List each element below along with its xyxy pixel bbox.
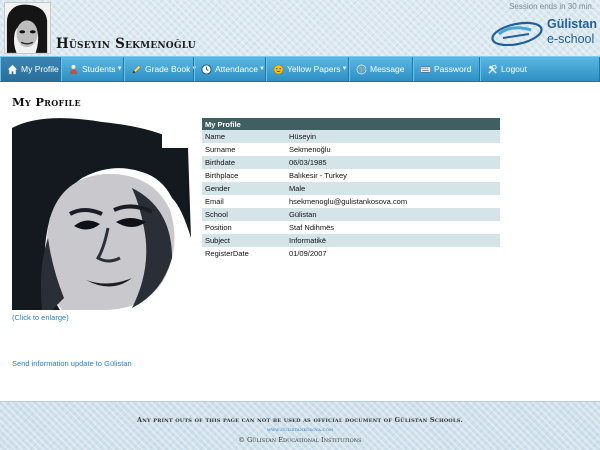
header: Hüseyin Sekmenoğlu Session ends in 30 mi…	[0, 0, 600, 56]
nav-item-yellow-papers[interactable]: Yellow Papers ▼	[266, 57, 349, 81]
row-label-email: Email	[202, 195, 286, 208]
nav-item-label: Logout	[501, 64, 527, 74]
click-to-enlarge-link[interactable]: (Click to enlarge)	[12, 313, 69, 322]
profile-table-header: My Profile	[202, 118, 500, 130]
nav-item-grade-book[interactable]: Grade Book ▼	[124, 57, 197, 81]
row-label-gender: Gender	[202, 182, 286, 195]
main-nav: My Profile Students ▼ Grade Book ▼ Atten…	[0, 56, 600, 82]
brand-name: Gülistan	[547, 17, 598, 31]
pencil-icon	[132, 64, 141, 74]
page-title: My Profile	[12, 95, 81, 109]
row-value-name: Hüseyin	[286, 130, 500, 143]
keyboard-icon	[420, 66, 431, 72]
chevron-down-icon: ▼	[116, 66, 123, 72]
table-row: School Gülistan	[202, 208, 500, 221]
chevron-down-icon: ▼	[259, 66, 265, 72]
table-row: Name Hüseyin	[202, 130, 500, 143]
clock-icon	[201, 63, 212, 75]
row-label-birthplace: Birthplace	[202, 169, 286, 182]
row-label-birthdate: Birthdate	[202, 156, 286, 169]
chevron-down-icon: ▼	[341, 66, 348, 72]
user-name: Hüseyin Sekmenoğlu	[56, 36, 196, 52]
nav-item-label: Password	[434, 64, 472, 74]
avatar-portrait	[5, 3, 50, 53]
row-label-name: Name	[202, 130, 286, 143]
row-label-register-date: RegisterDate	[202, 247, 286, 260]
row-value-email: hsekmenoglu@gulistankosova.com	[286, 195, 500, 208]
home-icon	[7, 64, 18, 74]
profile-table: My Profile Name Hüseyin Surname Sekmenoğ…	[202, 118, 500, 260]
table-row: Gender Male	[202, 182, 500, 195]
row-value-school: Gülistan	[286, 208, 500, 221]
nav-item-students[interactable]: Students ▼	[61, 57, 124, 81]
nav-item-attendance[interactable]: Attendance ▼	[194, 57, 266, 81]
brand-subtitle: e-school	[547, 32, 595, 46]
nav-item-password[interactable]: Password	[413, 57, 480, 81]
profile-portrait-image	[12, 118, 191, 310]
row-label-position: Position	[202, 221, 286, 234]
row-value-birthplace: Balıkesir - Turkey	[286, 169, 500, 182]
nav-item-label: Message	[370, 64, 405, 74]
row-label-school: School	[202, 208, 286, 221]
nav-item-label: Attendance	[215, 64, 259, 74]
nav-item-label: Grade Book	[145, 64, 191, 74]
row-label-subject: Subject	[202, 234, 286, 247]
table-row: RegisterDate 01/09/2007	[202, 247, 500, 260]
table-row: Subject Informatikë	[202, 234, 500, 247]
nav-item-label: My Profile	[21, 64, 59, 74]
row-value-register-date: 01/09/2007	[286, 247, 500, 260]
avatar	[4, 2, 51, 54]
nav-item-my-profile[interactable]: My Profile	[0, 57, 61, 81]
footer-copyright: © Gülistan Educational Institutions	[238, 436, 362, 444]
nav-item-logout[interactable]: Logout	[480, 57, 600, 81]
table-row: Birthdate 06/03/1985	[202, 156, 500, 169]
footer-website-link[interactable]: www.gulistankosova.com	[0, 427, 600, 433]
row-value-surname: Sekmenoğlu	[286, 143, 500, 156]
profile-table-header-row: My Profile	[202, 118, 500, 130]
row-value-birthdate: 06/03/1985	[286, 156, 500, 169]
row-value-gender: Male	[286, 182, 500, 195]
row-value-position: Staf Ndihmës	[286, 221, 500, 234]
table-row: Email hsekmenoglu@gulistankosova.com	[202, 195, 500, 208]
session-timer-text: Session ends in 30 min.	[509, 2, 594, 11]
table-row: Surname Sekmenoğlu	[202, 143, 500, 156]
profile-photo[interactable]	[12, 118, 191, 310]
send-information-update-link[interactable]: Send information update to Gülistan	[12, 359, 132, 368]
yellow-papers-icon	[273, 64, 284, 74]
students-icon	[69, 64, 78, 74]
nav-item-label: Yellow Papers	[287, 64, 341, 74]
footer-disclaimer: Any print outs of this page can not be u…	[137, 416, 463, 424]
e-school-logo-icon	[491, 21, 543, 46]
footer: Any print outs of this page can not be u…	[0, 401, 600, 450]
nav-item-message[interactable]: Message	[349, 57, 413, 81]
nav-item-label: Students	[82, 64, 116, 74]
tools-icon	[488, 64, 497, 74]
row-label-surname: Surname	[202, 143, 286, 156]
brand-logo[interactable]: Gülistan e-school	[489, 14, 597, 52]
row-value-subject: Informatikë	[286, 234, 500, 247]
table-row: Birthplace Balıkesir - Turkey	[202, 169, 500, 182]
table-row: Position Staf Ndihmës	[202, 221, 500, 234]
globe-icon	[356, 64, 367, 74]
